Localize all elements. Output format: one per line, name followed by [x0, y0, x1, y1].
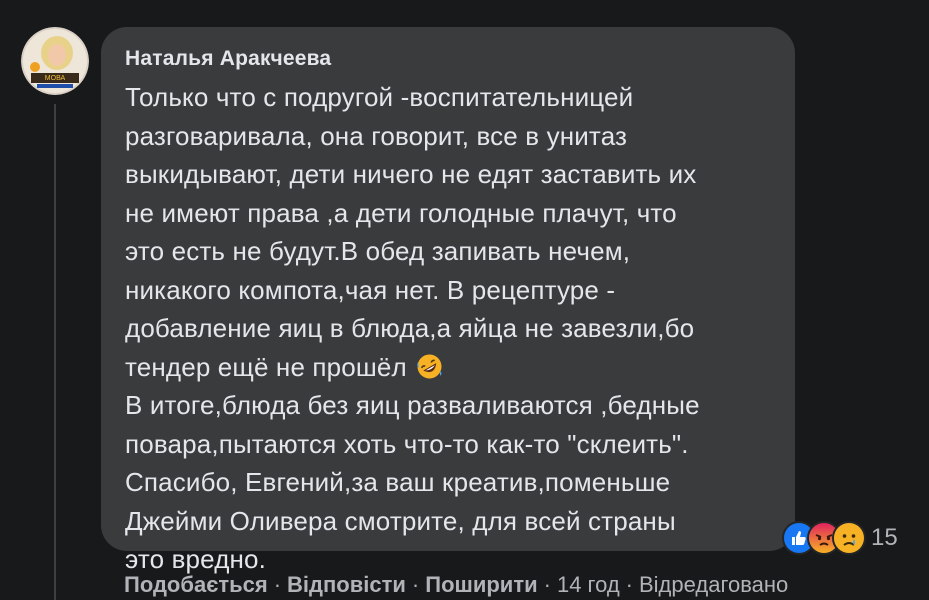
comment-author[interactable]: Наталья Аракчеева: [125, 45, 771, 73]
comment-line: это есть не будут.В обед запивать нечем,: [125, 236, 631, 266]
comment-line: добавление яиц в блюда,а яйца не завезли…: [125, 313, 695, 343]
share-button[interactable]: Поширити: [425, 572, 537, 597]
comment-line: Спасибо, Евгений,за ваш креатив,поменьше: [125, 467, 671, 497]
comment-bubble: Наталья Аракчеева Только что с подругой …: [101, 27, 795, 574]
reaction-count: 15: [871, 524, 898, 551]
comment-actions: Подобається · Відповісти · Поширити · 14 год · В…: [124, 570, 788, 600]
comment-line: повара,пытаются хоть что-то как-то "скле…: [125, 428, 689, 459]
author-avatar[interactable]: МОВА: [21, 27, 89, 95]
comment-line: разговаривала, она говорит, все в унитаз: [125, 120, 628, 151]
comment-line: Только что с подругой -воспитательницей: [125, 82, 634, 112]
comment-line: В итоге,блюда без яиц разваливаются ,бед…: [125, 390, 700, 420]
sad-icon: [832, 521, 866, 555]
reply-button[interactable]: Відповісти: [287, 572, 406, 597]
separator: ·: [543, 572, 551, 597]
like-button[interactable]: Подобається: [124, 572, 268, 597]
comment-timestamp[interactable]: 14 год: [557, 572, 620, 597]
separator: ·: [411, 572, 420, 597]
comment-line: выкидывают, дети ничего не едят заставит…: [125, 159, 697, 189]
separator: ·: [625, 572, 633, 597]
comment-line: тендер ещё не прошёл: [125, 351, 407, 382]
comment-text: Только что с подругой -воспитательницей …: [125, 78, 771, 579]
comment-line: Джейми Оливера смотрите, для всей страны: [125, 505, 676, 536]
rolling-on-floor-laughing-icon: [416, 352, 443, 379]
svg-text:МОВА: МОВА: [45, 75, 66, 82]
comment-line: не имеют права ,а дети голодные плачут, …: [125, 197, 677, 228]
edited-label[interactable]: Відредаговано: [639, 572, 788, 597]
thread-line: [54, 104, 56, 600]
comment-line: никакого компота,чая нет. В рецептуре -: [125, 274, 616, 305]
separator: ·: [273, 572, 282, 597]
reactions-summary[interactable]: 15: [782, 520, 898, 556]
